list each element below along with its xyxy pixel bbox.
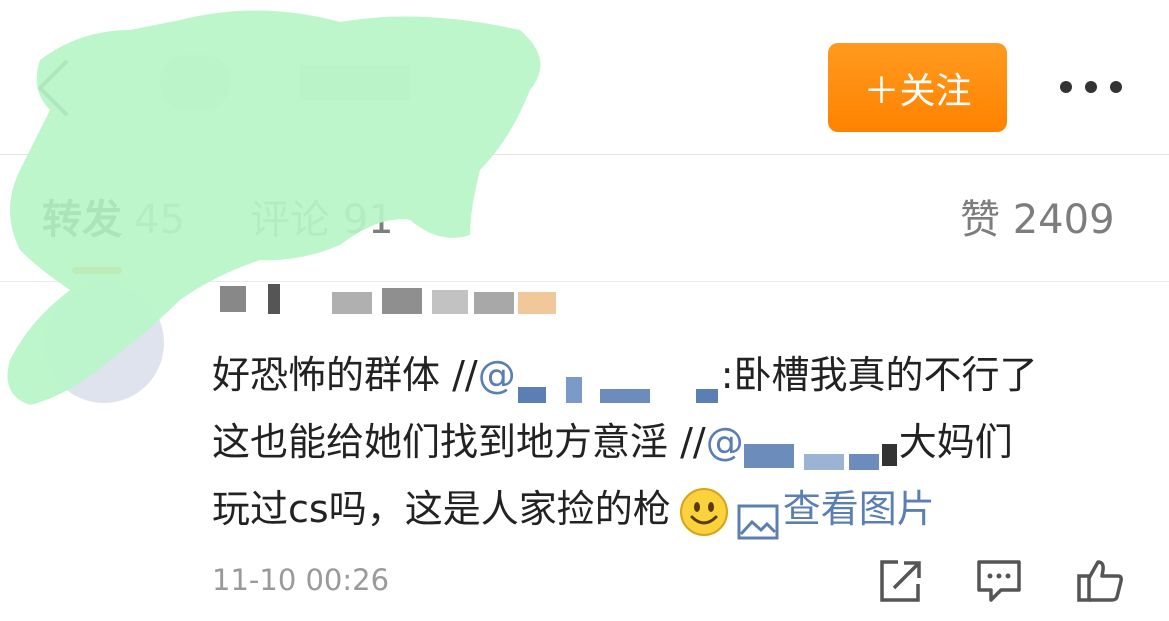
mention-at-symbol[interactable]: @ [478,353,516,397]
comment-icon [977,560,1021,602]
image-icon [737,494,779,539]
comment-timestamp: 11-10 00:26 [212,563,390,597]
active-tab-indicator [72,267,122,274]
tab-comment-label: 评论 [250,197,330,243]
comment-text: 大妈们 [898,420,1013,464]
more-dot [1110,81,1122,93]
view-image-label: 查看图片 [782,487,935,531]
tab-repost[interactable]: 转发 45 [42,192,185,248]
mention-redacted[interactable] [516,361,721,403]
like-button[interactable] [1076,558,1124,604]
tab-like-count: 2409 [1012,197,1115,243]
follow-button-label: ＋关注 [863,70,972,112]
smiley-emoji-icon [679,487,729,537]
mention-redacted[interactable] [743,428,899,470]
tab-repost-count: 45 [134,197,185,243]
comment-text: :卧槽我真的不行了 [720,353,1038,397]
tab-like[interactable]: 赞 2409 [960,192,1115,248]
share-icon [880,560,921,602]
comment-button[interactable] [975,558,1023,604]
comment-line-3: 玩过cs吗，这是人家捡的枪 查看图片 [212,476,1132,543]
follow-button[interactable]: ＋关注 [828,43,1007,132]
tab-repost-label: 转发 [42,197,122,243]
header-divider [0,154,1169,155]
comment-line-1: 好恐怖的群体 //@ :卧槽我真的不行了 [212,342,1132,409]
comment-content: 好恐怖的群体 //@ :卧槽我真的不行了 这也能给她们找到地方意淫 //@ 大妈… [212,342,1132,543]
comment-text: 好恐怖的群体 // [212,353,478,397]
mention-at-symbol[interactable]: @ [706,420,744,464]
more-dots-icon [1060,81,1072,93]
avatar[interactable] [44,283,164,403]
tab-comment[interactable]: 评论 91 [250,192,394,248]
view-image-link[interactable]: 查看图片 [737,487,935,539]
thumbs-up-icon [1077,560,1123,602]
more-options-button[interactable] [1060,72,1130,102]
more-dot [1085,81,1097,93]
comment-text: 这也能给她们找到地方意淫 // [212,420,706,464]
commenter-name-redacted[interactable] [212,282,562,316]
back-button[interactable] [34,58,74,118]
comment-text: 玩过cs吗，这是人家捡的枪 [212,487,671,531]
chevron-left-icon [38,60,68,116]
tab-comment-count: 91 [342,197,394,243]
tab-like-label: 赞 [960,197,1000,243]
tabs-divider [0,281,1169,282]
username-title-redacted [150,45,410,120]
share-button[interactable] [876,558,924,604]
comment-line-2: 这也能给她们找到地方意淫 //@ 大妈们 [212,409,1132,476]
